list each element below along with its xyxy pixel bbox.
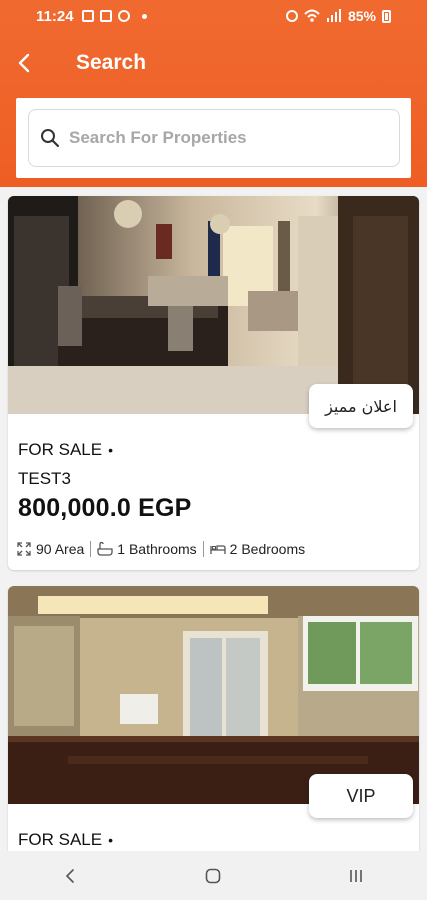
top-app-bar: Search — [0, 40, 427, 86]
alarm-icon — [285, 10, 298, 22]
area-label: 90 Area — [36, 541, 85, 557]
bathtub-icon — [97, 541, 113, 556]
search-icon — [41, 129, 60, 148]
nav-back-button[interactable] — [51, 856, 91, 896]
listing-status: FOR SALE • — [18, 440, 113, 460]
system-icons: 85% — [285, 8, 391, 24]
more-notifications-icon — [142, 13, 147, 19]
recents-icon — [350, 869, 362, 882]
property-card[interactable]: VIP FOR SALE • — [8, 586, 419, 886]
listing-status: FOR SALE • — [18, 830, 113, 850]
expand-arrows-icon — [17, 542, 31, 556]
search-placeholder: Search For Properties — [69, 128, 247, 147]
bedrooms-label: 2 Bedrooms — [229, 541, 306, 557]
feature-divider — [202, 541, 204, 557]
property-price: 800,000.0 EGP — [18, 494, 192, 522]
status-time: 11:24 — [36, 8, 74, 25]
empty-room-photo — [8, 586, 419, 804]
area-feature: 90 Area — [16, 541, 84, 557]
back-icon — [66, 868, 74, 883]
dining-room-photo — [8, 196, 419, 414]
property-card[interactable]: اعلان مميز FOR SALE • TEST3 800,000.0 EG… — [8, 196, 419, 570]
listing-status-text: FOR SALE — [18, 440, 103, 459]
app-notification-icon — [118, 10, 130, 22]
search-input[interactable]: Search For Properties — [28, 109, 400, 167]
nav-recents-button[interactable] — [336, 856, 376, 896]
battery-percent: 85% — [347, 8, 376, 24]
property-photo — [8, 586, 419, 804]
bathrooms-label: 1 Bathrooms — [117, 541, 197, 557]
vip-badge: VIP — [309, 774, 413, 818]
bathrooms-feature: 1 Bathrooms — [97, 541, 197, 557]
status-bar: 11:24 85% — [0, 0, 427, 34]
home-icon — [206, 868, 221, 883]
back-button[interactable] — [10, 48, 40, 78]
featured-ad-badge: اعلان مميز — [309, 384, 413, 428]
property-features: 90 Area 1 Bathrooms 2 Bedrooms — [16, 541, 305, 557]
status-bullet: • — [108, 832, 113, 848]
property-name: TEST3 — [18, 469, 71, 488]
page-title: Search — [76, 51, 147, 74]
notification-icons — [82, 10, 147, 22]
bedrooms-feature: 2 Bedrooms — [209, 541, 306, 557]
chevron-left-icon — [18, 53, 30, 73]
bed-icon — [209, 545, 226, 554]
status-bullet: • — [108, 442, 113, 458]
system-nav-bar — [0, 851, 427, 900]
gallery-notification-icon — [82, 10, 94, 22]
feature-divider — [90, 541, 92, 557]
nav-home-button[interactable] — [193, 856, 233, 896]
signal-icon — [326, 9, 341, 22]
battery-icon — [382, 9, 391, 23]
search-card: Search For Properties — [16, 98, 411, 178]
wifi-icon — [304, 9, 320, 22]
app-header: 11:24 85% Search Search For Properties — [0, 0, 427, 187]
listing-status-text: FOR SALE — [18, 830, 103, 849]
message-notification-icon — [100, 10, 112, 22]
property-photo — [8, 196, 419, 414]
